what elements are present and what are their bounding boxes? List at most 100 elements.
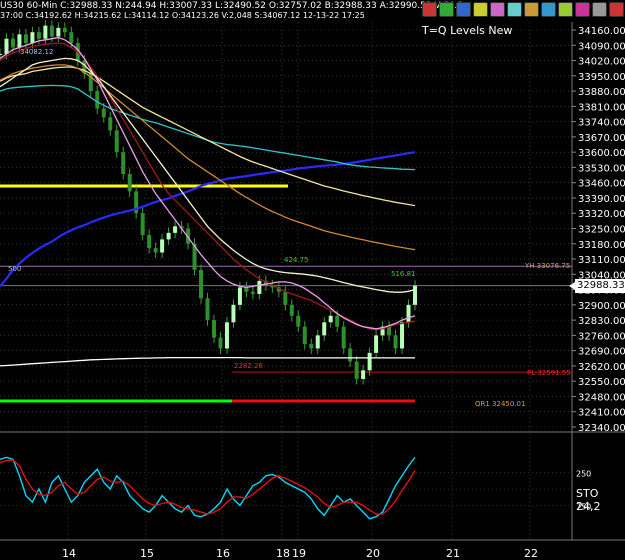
- annotation-low-mid: 2282.26: [234, 362, 263, 370]
- candle-body: [302, 326, 307, 345]
- candle-body: [36, 32, 41, 39]
- annotation-500: 500: [8, 265, 22, 273]
- candle-body: [354, 361, 359, 380]
- candle-body: [95, 91, 100, 109]
- y-tick-label: 32550.00: [578, 377, 625, 388]
- y-tick-label: 32760.00: [578, 331, 625, 342]
- ma-series-line: [0, 57, 416, 293]
- candle-body: [43, 25, 48, 39]
- candle-body: [49, 25, 54, 37]
- y-tick-label: 33320.00: [578, 209, 625, 220]
- candle-body: [147, 235, 152, 249]
- x-tick-label: 20: [366, 547, 380, 560]
- y-tick-label: 33110.00: [578, 255, 625, 266]
- candle-body: [309, 344, 314, 349]
- annotation-qr: QR1 32450.01: [475, 400, 526, 408]
- candle-body: [160, 239, 165, 253]
- candle-body: [413, 285, 417, 305]
- candle-body: [205, 298, 210, 321]
- candle-body: [328, 315, 333, 323]
- y-tick-label: 33180.00: [578, 240, 625, 251]
- y-tick-label: 32480.00: [578, 392, 625, 403]
- candle-body: [224, 322, 229, 349]
- x-tick-label: 14: [62, 547, 76, 560]
- annotation-pl: PL 32591.55: [527, 369, 571, 377]
- candle-body: [173, 226, 178, 233]
- candle-body: [211, 320, 216, 338]
- candle-body: [62, 27, 67, 33]
- ma-series-line: [0, 64, 416, 251]
- candle-body: [393, 335, 398, 349]
- chart-title: T=Q Levels New: [422, 24, 513, 37]
- candle-body: [387, 326, 392, 336]
- candle-body: [406, 304, 411, 323]
- y-tick-label: 34090.00: [578, 41, 625, 52]
- x-tick-label: 21: [446, 547, 460, 560]
- candle-body: [127, 173, 132, 192]
- y-tick-label: 33950.00: [578, 72, 625, 83]
- y-tick-label: 32830.00: [578, 316, 625, 327]
- candle-body: [114, 130, 119, 153]
- sto-series-line: [0, 456, 416, 520]
- candle-body: [153, 248, 158, 253]
- y-tick-label: 33740.00: [578, 118, 625, 129]
- y-tick-label: 32900.00: [578, 301, 625, 312]
- y-tick-label: 33600.00: [578, 148, 625, 159]
- y-tick-label: 33460.00: [578, 179, 625, 190]
- candle-body: [289, 304, 294, 316]
- candle-body: [283, 291, 288, 305]
- ma-series-line: [0, 84, 416, 171]
- annotation-left-small: 34082.12: [20, 48, 54, 56]
- y-tick-label: 32340.00: [578, 423, 625, 434]
- candle-body: [400, 322, 405, 349]
- candle-body: [69, 32, 74, 44]
- current-price-tag: 32988.33: [569, 279, 625, 293]
- x-tick-label: 18: [276, 547, 290, 560]
- candle-body: [0, 53, 2, 55]
- annotation-right-top: 516.81: [391, 270, 416, 278]
- candle-body: [335, 315, 340, 327]
- candle-body: [361, 370, 366, 380]
- y-tick-label: 33880.00: [578, 87, 625, 98]
- annotation-yh: YH 33076.75: [525, 262, 571, 270]
- candle-body: [322, 322, 327, 336]
- y-tick-label: 32620.00: [578, 362, 625, 373]
- y-tick-label: 33670.00: [578, 133, 625, 144]
- x-tick-label: 16: [216, 547, 230, 560]
- chart-canvas: 34160.00 34090.00 34020.00 33950.00 33880.00…: [0, 20, 625, 560]
- y-tick-label: 33250.00: [578, 225, 625, 236]
- candle-body: [121, 152, 126, 174]
- candle-body: [166, 232, 171, 240]
- candle-body: [231, 304, 236, 323]
- x-tick-label: 19: [292, 547, 306, 560]
- candle-body: [10, 38, 15, 48]
- candle-body: [257, 280, 262, 294]
- candle-body: [341, 326, 346, 349]
- candle-body: [199, 269, 204, 299]
- y-tick-label: 33390.00: [578, 194, 625, 205]
- candle-body: [30, 32, 35, 44]
- candle-body: [56, 27, 61, 37]
- candle-body: [237, 287, 242, 305]
- candle-body: [250, 291, 255, 294]
- candle-body: [374, 335, 379, 353]
- x-tick-label: 15: [140, 547, 154, 560]
- candle-body: [218, 337, 223, 349]
- ma-series-line: [0, 356, 415, 367]
- candle-body: [101, 108, 106, 118]
- candle-body: [108, 117, 113, 131]
- y-tick-label: 33810.00: [578, 102, 625, 113]
- y-tick-label: 34020.00: [578, 57, 625, 68]
- sto-indicator-label: STO 24,2: [576, 487, 625, 513]
- candle-body: [296, 315, 301, 327]
- sto-value: 24,2: [576, 500, 601, 513]
- sto-series-line: [0, 459, 416, 515]
- candle-body: [140, 213, 145, 236]
- candle-body: [23, 34, 28, 44]
- y-tick-label: 32410.00: [578, 408, 625, 419]
- y-tick-label: 34160.00: [578, 26, 625, 37]
- candle-body: [348, 348, 353, 362]
- y-tick-label: 33530.00: [578, 163, 625, 174]
- candle-body: [17, 34, 22, 48]
- sto-tick-label: 250: [576, 470, 591, 479]
